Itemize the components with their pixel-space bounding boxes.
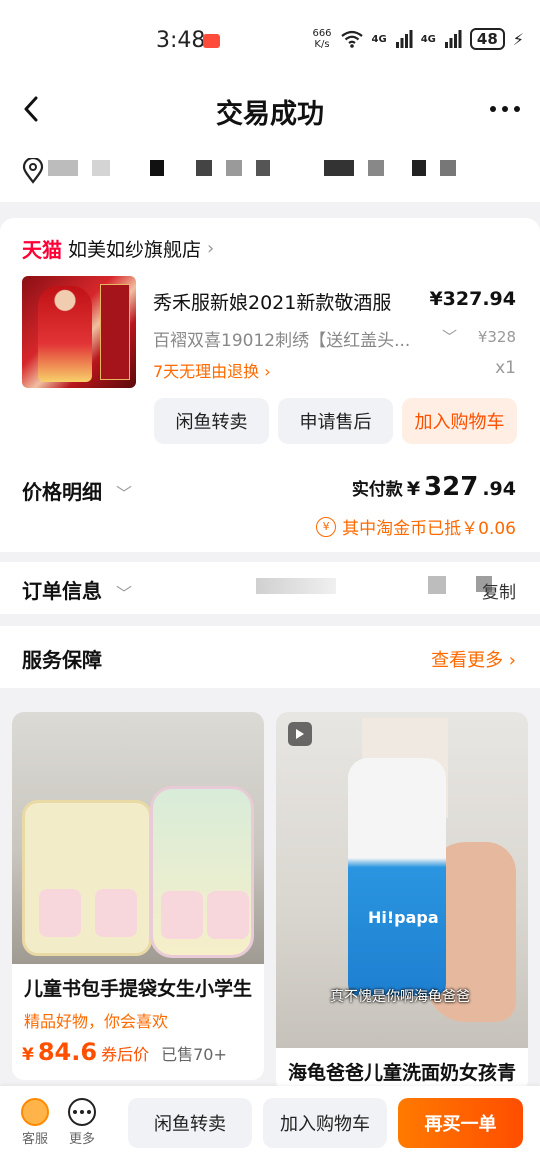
price-tag: 券后价 bbox=[101, 1045, 150, 1064]
paid-decimal: .94 bbox=[482, 478, 516, 500]
chevron-down-icon[interactable]: ﹀ bbox=[116, 480, 132, 504]
order-info-row: 订单信息 ﹀ 复制 bbox=[0, 562, 540, 614]
video-caption: 真不愧是你啊海龟爸爸 bbox=[330, 989, 470, 1005]
product-image[interactable] bbox=[22, 276, 136, 388]
paid-currency: ¥ bbox=[406, 478, 421, 500]
redacted-order-number bbox=[256, 578, 336, 594]
order-info-toggle[interactable]: 订单信息 bbox=[22, 575, 102, 604]
shop-header[interactable]: 天猫 如美如纱旗舰店 › bbox=[22, 234, 214, 263]
nav-header: 交易成功 bbox=[0, 80, 540, 140]
resell-button-bottom[interactable]: 闲鱼转卖 bbox=[128, 1098, 252, 1148]
redacted-block bbox=[428, 576, 446, 594]
more-circle-icon bbox=[68, 1098, 96, 1126]
coin-discount-text: 其中淘金币已抵￥0.06 bbox=[342, 519, 516, 539]
status-indicators: 666 K/s 4G 4G 48 ⚡ bbox=[312, 28, 524, 50]
battery-indicator: 48 bbox=[469, 28, 505, 50]
product-sku[interactable]: 百褶双喜19012刺绣【送红盖头... bbox=[153, 326, 410, 351]
product-price: ¥327.94 bbox=[429, 288, 516, 310]
location-pin-icon bbox=[22, 158, 44, 184]
recommend-video-image[interactable]: Hi!papa 真不愧是你啊海龟爸爸 bbox=[276, 712, 528, 1048]
tmall-logo: 天猫 bbox=[22, 238, 62, 262]
recommend-card[interactable]: Hi!papa 真不愧是你啊海龟爸爸 海龟爸爸儿童洗面奶女孩青 bbox=[276, 712, 528, 1092]
signal-4g-label: 4G bbox=[371, 33, 387, 45]
customer-service-icon bbox=[21, 1098, 49, 1126]
signal-icon-2 bbox=[444, 30, 462, 48]
page-title: 交易成功 bbox=[216, 99, 324, 130]
video-play-icon[interactable] bbox=[288, 722, 312, 746]
signal-4g-label-2: 4G bbox=[420, 33, 436, 45]
charging-icon: ⚡ bbox=[512, 29, 524, 49]
customer-service-tab[interactable]: 客服 bbox=[15, 1098, 55, 1147]
recommend-price-row: ¥ 84.6 券后价 已售70+ bbox=[22, 1038, 227, 1066]
recommend-card[interactable]: 儿童书包手提袋女生小学生 精品好物，你会喜欢 ¥ 84.6 券后价 已售70+ bbox=[12, 712, 264, 1080]
signal-icon bbox=[395, 30, 413, 48]
wifi-icon bbox=[340, 30, 363, 48]
bottom-action-bar: 客服 更多 闲鱼转卖 加入购物车 再买一单 bbox=[0, 1086, 540, 1170]
return-policy-link[interactable]: 7天无理由退换 › bbox=[153, 358, 271, 382]
recommend-title: 海龟爸爸儿童洗面奶女孩青 bbox=[288, 1062, 517, 1084]
paid-amount-row: 实付款 ¥ 327 .94 bbox=[352, 472, 516, 502]
product-quantity: x1 bbox=[495, 358, 516, 378]
sold-count: 已售70+ bbox=[161, 1045, 227, 1064]
coin-discount-note: ¥ 其中淘金币已抵￥0.06 bbox=[316, 514, 516, 539]
recommend-title: 儿童书包手提袋女生小学生 bbox=[24, 978, 253, 1000]
shipping-address[interactable] bbox=[0, 140, 540, 202]
recommend-subtitle: 精品好物，你会喜欢 bbox=[24, 1012, 169, 1031]
chevron-down-icon[interactable]: ﹀ bbox=[442, 326, 457, 347]
more-options-icon[interactable] bbox=[490, 106, 520, 112]
service-guarantee-label: 服务保障 bbox=[22, 648, 102, 672]
price-currency: ¥ bbox=[22, 1045, 34, 1065]
add-to-cart-button-bottom[interactable]: 加入购物车 bbox=[263, 1098, 387, 1148]
add-to-cart-button[interactable]: 加入购物车 bbox=[402, 398, 517, 444]
price-detail-toggle[interactable]: 价格明细 bbox=[22, 476, 102, 505]
service-guarantee-row: 服务保障 查看更多 › bbox=[0, 626, 540, 688]
chevron-right-icon: › bbox=[207, 238, 215, 259]
after-sale-button[interactable]: 申请售后 bbox=[278, 398, 393, 444]
recommend-price: 84.6 bbox=[37, 1038, 98, 1066]
original-price: ¥328 bbox=[477, 328, 516, 346]
redacted-address bbox=[48, 160, 456, 176]
chevron-down-icon[interactable]: ﹀ bbox=[116, 580, 132, 604]
product-bottle: Hi!papa bbox=[348, 758, 446, 996]
status-bar: 3:48 666 K/s 4G 4G 48 ⚡ bbox=[0, 0, 540, 80]
resell-button[interactable]: 闲鱼转卖 bbox=[154, 398, 269, 444]
more-tab[interactable]: 更多 bbox=[62, 1098, 102, 1147]
network-speed: 666 K/s bbox=[312, 28, 332, 50]
recommend-image[interactable] bbox=[12, 712, 264, 964]
status-time: 3:48 bbox=[156, 28, 206, 53]
paid-amount: 327 bbox=[424, 472, 479, 502]
shop-name: 如美如纱旗舰店 bbox=[68, 239, 202, 261]
coin-icon: ¥ bbox=[316, 516, 337, 537]
paid-label: 实付款 bbox=[351, 480, 403, 500]
product-title[interactable]: 秀禾服新娘2021新款敬酒服 bbox=[153, 288, 391, 315]
copy-button[interactable]: 复制 bbox=[482, 578, 516, 603]
buy-again-button[interactable]: 再买一单 bbox=[398, 1098, 523, 1148]
see-more-link[interactable]: 查看更多 › bbox=[431, 646, 516, 672]
app-notification-icon bbox=[203, 34, 220, 48]
order-card: 天猫 如美如纱旗舰店 › 秀禾服新娘2021新款敬酒服 ¥327.94 百褶双喜… bbox=[0, 218, 540, 552]
